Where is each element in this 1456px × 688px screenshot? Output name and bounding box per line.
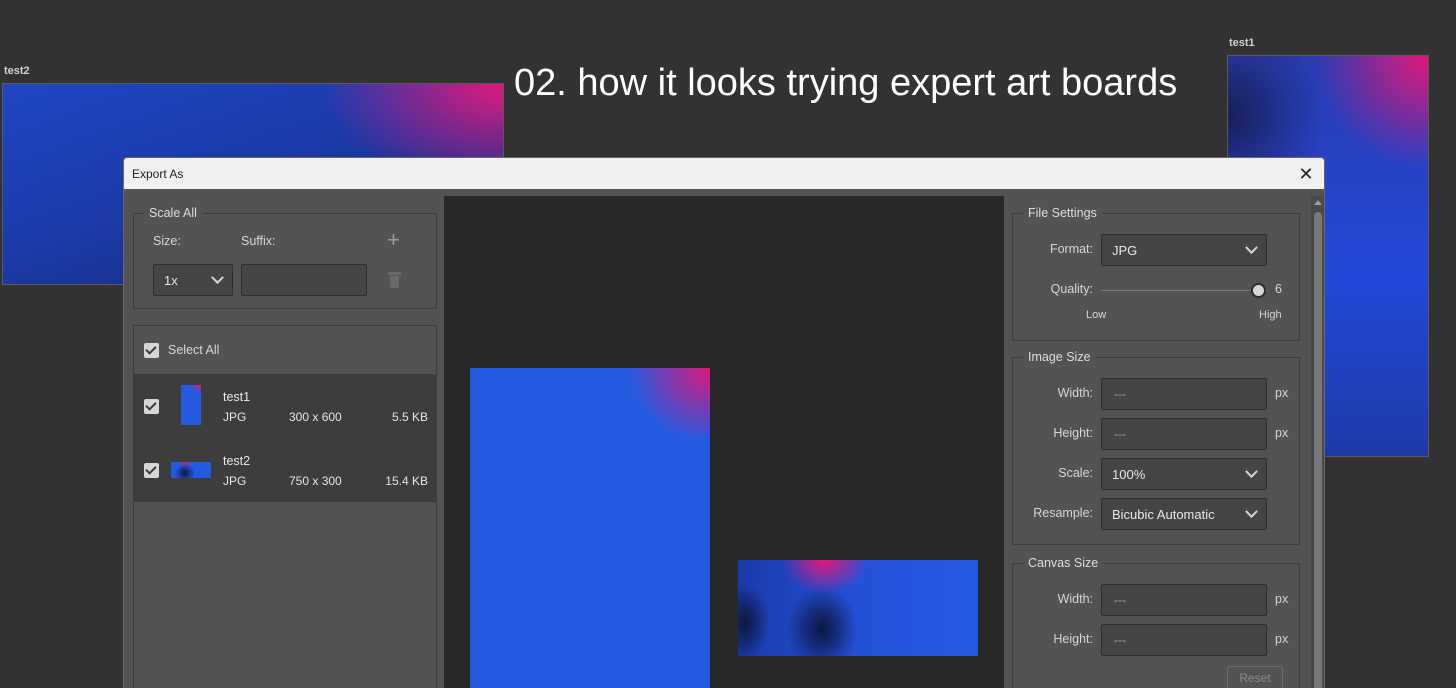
quality-low-label: Low xyxy=(1086,309,1107,321)
suffix-input[interactable] xyxy=(241,264,367,296)
scale-select[interactable]: 100% xyxy=(1101,458,1267,490)
scrollbar-thumb[interactable] xyxy=(1314,212,1322,688)
chevron-down-icon xyxy=(211,270,224,284)
canvas-width-unit: px xyxy=(1275,592,1289,606)
item-format: JPG xyxy=(223,410,247,424)
dialog-title: Export As xyxy=(132,166,184,181)
format-select[interactable]: JPG xyxy=(1101,234,1267,266)
item-checkbox[interactable] xyxy=(144,463,159,478)
scale-size-value: 1x xyxy=(164,272,178,288)
scale-size-select[interactable]: 1x xyxy=(153,264,233,296)
item-dimensions: 750 x 300 xyxy=(289,474,342,488)
canvas-size-group: Canvas Size Width: --- px Height: --- px… xyxy=(1012,556,1300,688)
reset-button[interactable]: Reset xyxy=(1227,666,1283,688)
canvas-height-input[interactable]: --- xyxy=(1101,624,1267,656)
canvas-height-label: Height: xyxy=(1053,632,1093,646)
artboard-label-test1[interactable]: test1 xyxy=(1229,37,1255,49)
image-height-label: Height: xyxy=(1053,426,1093,440)
size-label: Size: xyxy=(153,234,181,248)
item-format: JPG xyxy=(223,474,247,488)
canvas-width-input[interactable]: --- xyxy=(1101,584,1267,616)
suffix-label: Suffix: xyxy=(241,234,276,248)
caption-text: 02. how it looks trying expert art board… xyxy=(514,62,1178,104)
list-item[interactable]: test2 JPG 750 x 300 15.4 KB xyxy=(134,438,436,502)
artboard-list-panel: Select All test1 JPG 300 x 600 5.5 KB te… xyxy=(133,325,437,688)
chevron-down-icon xyxy=(1245,504,1258,518)
thumbnail-image xyxy=(181,385,201,425)
scale-all-legend: Scale All xyxy=(144,206,202,220)
quality-slider-knob[interactable] xyxy=(1251,283,1267,298)
image-height-input[interactable]: --- xyxy=(1101,418,1267,450)
select-all-checkbox[interactable] xyxy=(144,343,159,358)
format-value: JPG xyxy=(1112,242,1138,258)
resample-value: Bicubic Automatic xyxy=(1112,506,1215,522)
item-checkbox[interactable] xyxy=(144,399,159,414)
item-dimensions: 300 x 600 xyxy=(289,410,342,424)
item-filesize: 15.4 KB xyxy=(385,474,428,488)
resample-label: Resample: xyxy=(1033,506,1093,520)
canvas-width-label: Width: xyxy=(1057,592,1093,606)
scale-value: 100% xyxy=(1112,466,1146,482)
preview-area[interactable] xyxy=(444,196,1004,688)
quality-value: 6 xyxy=(1275,282,1282,296)
canvas-height-unit: px xyxy=(1275,632,1289,646)
resample-select[interactable]: Bicubic Automatic xyxy=(1101,498,1267,530)
export-as-dialog: Export As ✕ Scale All Size: Suffix: + 1x… xyxy=(123,157,1325,688)
select-all-label[interactable]: Select All xyxy=(168,343,219,357)
file-settings-legend: File Settings xyxy=(1023,206,1102,220)
image-width-label: Width: xyxy=(1057,386,1093,400)
image-size-legend: Image Size xyxy=(1023,350,1096,364)
thumbnail-image xyxy=(171,462,211,478)
scale-all-group: Scale All Size: Suffix: + 1x xyxy=(133,206,437,309)
chevron-down-icon xyxy=(1245,240,1258,254)
preview-test2 xyxy=(738,560,978,656)
item-name: test2 xyxy=(223,454,251,468)
quality-slider-track[interactable] xyxy=(1101,290,1267,291)
item-name: test1 xyxy=(223,390,251,404)
format-label: Format: xyxy=(1049,242,1093,256)
scroll-up-icon[interactable] xyxy=(1314,200,1322,205)
quality-label: Quality: xyxy=(1050,282,1093,296)
image-width-input[interactable]: --- xyxy=(1101,378,1267,410)
close-icon[interactable]: ✕ xyxy=(1296,165,1316,183)
chevron-down-icon xyxy=(1245,464,1258,478)
add-scale-icon[interactable]: + xyxy=(387,229,400,251)
quality-high-label: High xyxy=(1259,309,1282,321)
scale-label: Scale: xyxy=(1058,466,1093,480)
image-width-unit: px xyxy=(1275,386,1289,400)
trash-icon[interactable] xyxy=(388,272,401,288)
image-height-unit: px xyxy=(1275,426,1289,440)
canvas-size-legend: Canvas Size xyxy=(1023,556,1104,570)
image-size-group: Image Size Width: --- px Height: --- px … xyxy=(1012,350,1300,545)
item-filesize: 5.5 KB xyxy=(391,410,428,424)
file-settings-group: File Settings Format: JPG Quality: 6 Low… xyxy=(1012,206,1300,341)
dialog-titlebar[interactable]: Export As ✕ xyxy=(124,158,1324,189)
preview-test1 xyxy=(470,368,710,688)
artboard-label-test2[interactable]: test2 xyxy=(4,65,30,77)
settings-scrollbar[interactable] xyxy=(1311,196,1324,688)
list-item[interactable]: test1 JPG 300 x 600 5.5 KB xyxy=(134,374,436,438)
